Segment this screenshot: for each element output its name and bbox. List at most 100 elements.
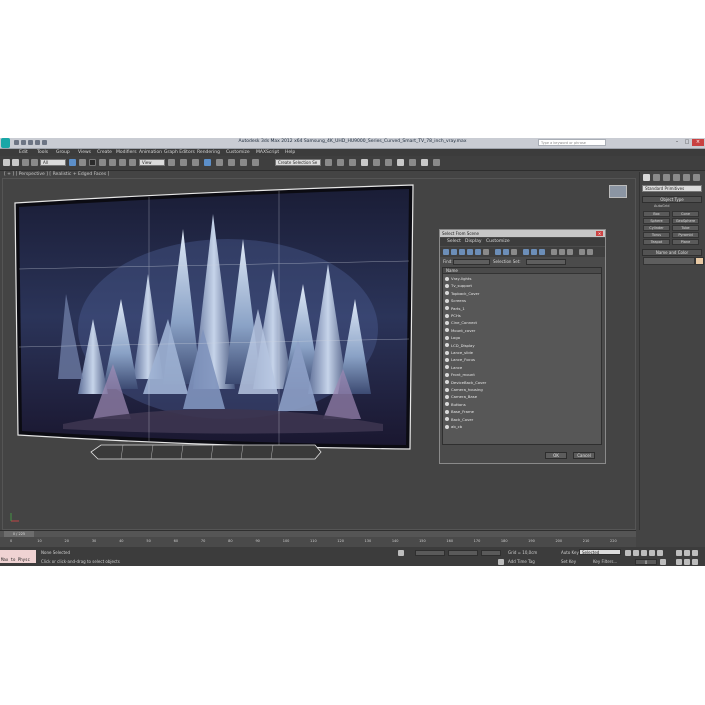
display-all-icon[interactable] (523, 249, 529, 255)
previous-frame-icon[interactable] (633, 550, 639, 556)
list-item[interactable]: LCD_Display (443, 342, 601, 349)
pyramid-button[interactable]: Pyramid (672, 232, 699, 238)
sync-selection-icon[interactable] (579, 249, 585, 255)
material-editor-icon[interactable] (397, 159, 404, 166)
menu-create[interactable]: Create (97, 149, 112, 156)
pan-icon[interactable] (684, 559, 690, 565)
viewport-label[interactable]: [ + ] [ Perspective ] [ Realistic + Edge… (4, 172, 109, 177)
maxscript-listener[interactable]: Max to Physc (0, 550, 36, 563)
next-frame-icon[interactable] (649, 550, 655, 556)
pivot-icon[interactable] (168, 159, 175, 166)
schematic-view-icon[interactable] (385, 159, 392, 166)
display-geometry-icon[interactable] (443, 249, 449, 255)
display-lights-icon[interactable] (459, 249, 465, 255)
object-color-swatch[interactable] (695, 257, 704, 265)
list-item[interactable]: Tv_support (443, 282, 601, 289)
autogrid-checkbox[interactable]: AutoGrid (654, 204, 669, 208)
list-item[interactable]: Buttons (443, 401, 601, 408)
orbit-icon[interactable] (692, 559, 698, 565)
curve-editor-icon[interactable] (373, 159, 380, 166)
lock-selection-icon[interactable] (398, 550, 404, 556)
menu-help[interactable]: Help (285, 149, 295, 156)
current-frame-field[interactable]: 0 (635, 559, 657, 565)
key-filters-button[interactable]: Key Filters... (593, 559, 617, 564)
cancel-button[interactable]: Cancel (573, 452, 595, 459)
display-helpers-icon[interactable] (475, 249, 481, 255)
x-coordinate-field[interactable] (415, 550, 445, 556)
geosphere-button[interactable]: GeoSphere (672, 218, 699, 224)
rectangle-selection-icon[interactable] (89, 159, 96, 166)
play-icon[interactable] (641, 550, 647, 556)
display-shapes-icon[interactable] (451, 249, 457, 255)
sphere-button[interactable]: Sphere (643, 218, 670, 224)
motion-tab-icon[interactable] (673, 174, 680, 181)
list-item[interactable]: ab_cb (443, 423, 601, 430)
cone-button[interactable]: Cone (672, 211, 699, 217)
auto-key-button[interactable]: Auto Key (561, 550, 579, 555)
y-coordinate-field[interactable] (448, 550, 478, 556)
menu-tools[interactable]: Tools (37, 149, 48, 156)
minimize-button[interactable]: – (672, 139, 682, 146)
list-item[interactable]: Front_mount (443, 371, 601, 378)
list-item[interactable]: Screens (443, 297, 601, 304)
zoom-all-icon[interactable] (684, 550, 690, 556)
find-input[interactable] (453, 259, 490, 265)
select-invert-icon[interactable] (567, 249, 573, 255)
list-item[interactable]: Camera_housing (443, 386, 601, 393)
go-to-end-icon[interactable] (657, 550, 663, 556)
menu-customize[interactable]: Customize (226, 149, 250, 156)
list-item[interactable]: Back_Cover (443, 416, 601, 423)
angle-snap-icon[interactable] (216, 159, 223, 166)
dialog-menu-customize[interactable]: Customize (486, 239, 510, 244)
cylinder-button[interactable]: Cylinder (643, 225, 670, 231)
menu-group[interactable]: Group (56, 149, 70, 156)
viewcube-icon[interactable] (609, 185, 627, 198)
link-icon[interactable] (22, 159, 29, 166)
menu-rendering[interactable]: Rendering (197, 149, 220, 156)
selection-filter-dropdown[interactable]: All (40, 159, 66, 166)
field-of-view-icon[interactable] (676, 559, 682, 565)
menu-edit[interactable]: Edit (19, 149, 28, 156)
display-groups-icon[interactable] (495, 249, 501, 255)
list-item[interactable]: Logo (443, 334, 601, 341)
column-name-header[interactable]: Name (443, 268, 601, 274)
create-tab-icon[interactable] (643, 174, 650, 181)
mirror-icon[interactable] (325, 159, 332, 166)
list-item[interactable]: Lance_slide (443, 349, 601, 356)
list-item[interactable]: DeviceBack_Cover (443, 379, 601, 386)
zoom-icon[interactable] (676, 550, 682, 556)
list-item[interactable]: Camera_Base (443, 393, 601, 400)
redo-icon[interactable] (12, 159, 19, 166)
list-item[interactable]: Parts_1 (443, 305, 601, 312)
search-input[interactable]: Type a keyword or phrase (538, 139, 606, 146)
menu-modifiers[interactable]: Modifiers (116, 149, 137, 156)
list-item[interactable]: Mount_cover (443, 327, 601, 334)
set-key-button[interactable]: Set Key (561, 559, 576, 564)
display-cameras-icon[interactable] (467, 249, 473, 255)
select-all-icon[interactable] (551, 249, 557, 255)
torus-button[interactable]: Torus (643, 232, 670, 238)
auto-key-dropdown[interactable]: Selected (579, 549, 621, 555)
display-tab-icon[interactable] (683, 174, 690, 181)
ok-button[interactable]: OK (545, 452, 567, 459)
display-none-icon[interactable] (531, 249, 537, 255)
object-type-rollout[interactable]: Object Type (642, 196, 702, 203)
select-none-icon[interactable] (559, 249, 565, 255)
percent-snap-icon[interactable] (228, 159, 235, 166)
box-button[interactable]: Box (643, 211, 670, 217)
list-item[interactable]: Lance (443, 364, 601, 371)
object-list[interactable]: Name Vray-lights Tv_support Topback_Cover S… (442, 267, 602, 445)
dialog-menu-display[interactable]: Display (465, 239, 482, 244)
scale-icon[interactable] (129, 159, 136, 166)
rendered-frame-window-icon[interactable] (421, 159, 428, 166)
move-icon[interactable] (109, 159, 116, 166)
list-item[interactable]: Cine_Connect (443, 319, 601, 326)
select-dependents-icon[interactable] (587, 249, 593, 255)
window-crossing-icon[interactable] (99, 159, 106, 166)
maximize-button[interactable]: □ (682, 139, 692, 146)
time-slider[interactable]: 0 / 225 (0, 530, 636, 537)
timeline-ruler[interactable]: 0 10 20 30 40 50 60 70 80 90 100 110 120 130 140 150 160… (0, 537, 636, 547)
display-invert-icon[interactable] (539, 249, 545, 255)
snaps-toggle-icon[interactable] (204, 159, 211, 166)
named-selection-dropdown[interactable]: Create Selection Se (275, 159, 321, 166)
